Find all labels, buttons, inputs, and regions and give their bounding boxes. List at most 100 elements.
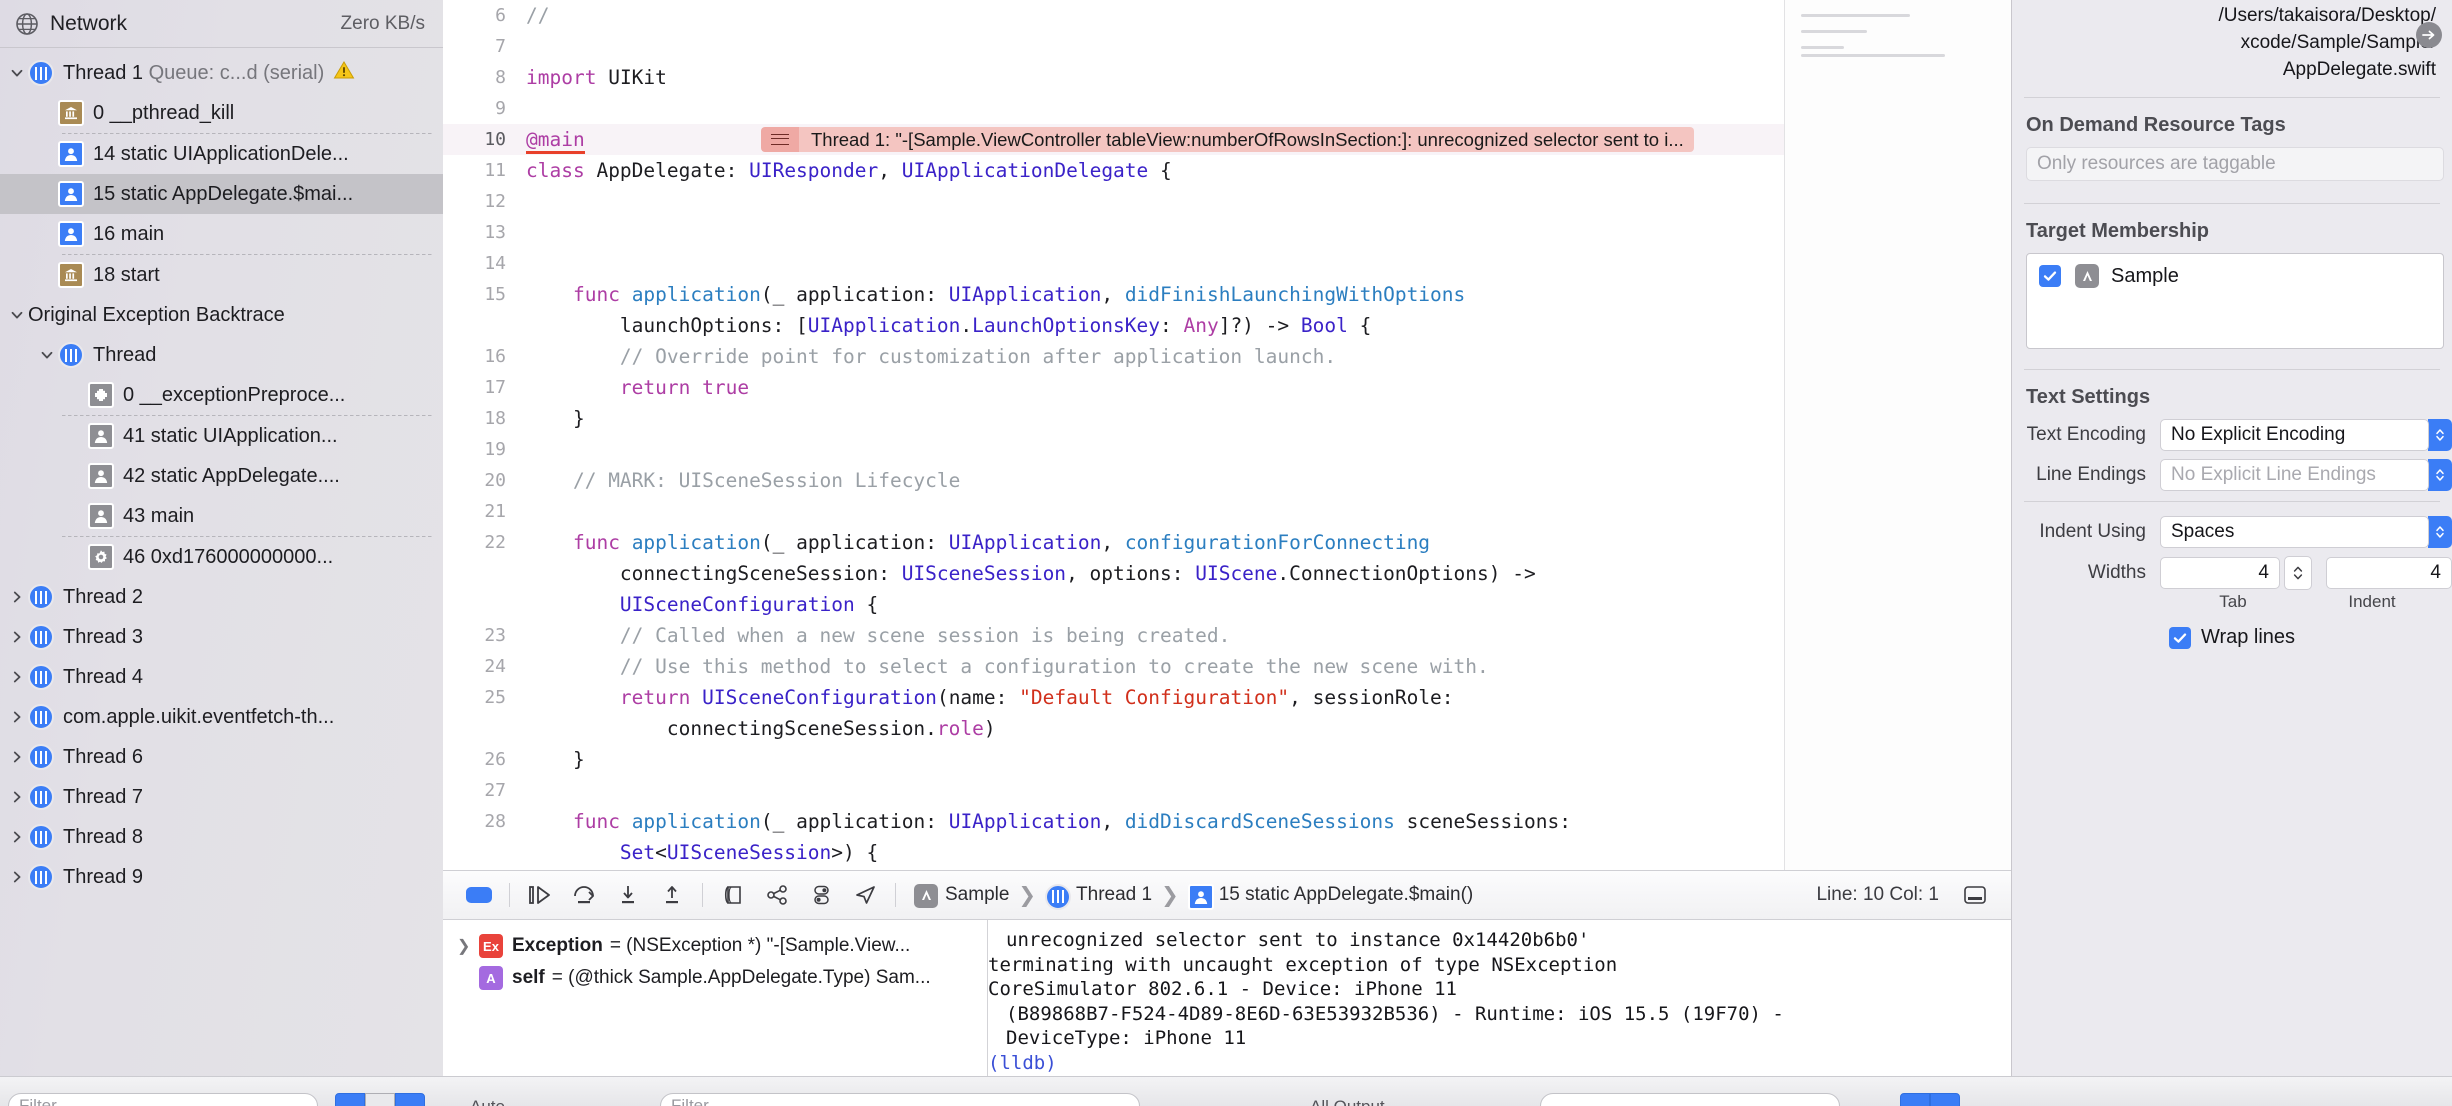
- disclosure-triangle-closed[interactable]: [6, 790, 28, 804]
- debug-memory-graph-button[interactable]: [755, 870, 799, 920]
- thread-row[interactable]: Thread 9: [0, 857, 443, 897]
- code-line[interactable]: UISceneConfiguration {: [443, 589, 2011, 620]
- thread-row[interactable]: 46 0xd176000000000...: [0, 537, 443, 577]
- disclosure-triangle-closed[interactable]: [6, 630, 28, 644]
- editor-minimap[interactable]: [1784, 0, 2011, 870]
- code-line[interactable]: 7: [443, 31, 2011, 62]
- continue-button[interactable]: [518, 870, 562, 920]
- code-line[interactable]: launchOptions: [UIApplication.LaunchOpti…: [443, 310, 2011, 341]
- hide-debug-area-button[interactable]: [457, 870, 501, 920]
- navigator-filter-input[interactable]: Filter: [8, 1093, 318, 1106]
- target-membership-row[interactable]: Sample: [2039, 264, 2431, 288]
- disclosure-triangle-closed[interactable]: [6, 750, 28, 764]
- thread-row[interactable]: Thread 1 Queue: c...d (serial): [0, 53, 443, 93]
- scope-left-button[interactable]: [335, 1093, 365, 1106]
- code-line[interactable]: 20 // MARK: UISceneSession Lifecycle: [443, 465, 2011, 496]
- console-left-button[interactable]: [1900, 1093, 1930, 1106]
- variable-row[interactable]: Aself = (@thick Sample.AppDelegate.Type) …: [443, 962, 987, 994]
- code-line[interactable]: 6 //: [443, 0, 2011, 31]
- step-over-button[interactable]: [562, 870, 606, 920]
- thread-row[interactable]: Thread 6: [0, 737, 443, 777]
- console-right-button[interactable]: [1930, 1093, 1960, 1106]
- scope-middle-button[interactable]: [365, 1093, 395, 1106]
- code-line[interactable]: 23 // Called when a new scene session is…: [443, 620, 2011, 651]
- simulate-location-button[interactable]: [843, 870, 887, 920]
- target-checkbox[interactable]: [2039, 265, 2061, 287]
- step-out-button[interactable]: [650, 870, 694, 920]
- code-line[interactable]: 11 class AppDelegate: UIResponder, UIAppl…: [443, 155, 2011, 186]
- code-text[interactable]: 6 // 7 8 import UIKit 9 10 @main Thread 1: "-[Sa…: [443, 0, 2011, 870]
- indent-width-input[interactable]: 4: [2326, 557, 2452, 589]
- thread-row[interactable]: Thread 7: [0, 777, 443, 817]
- tab-width-stepper[interactable]: [2284, 556, 2312, 590]
- code-line[interactable]: 18 }: [443, 403, 2011, 434]
- issue-banner[interactable]: Thread 1: "-[Sample.ViewController table…: [761, 127, 1694, 152]
- variable-row[interactable]: ❯ Ex Exception = (NSException *) "-[Sample.…: [443, 930, 987, 962]
- breadcrumb-item[interactable]: 15 static AppDelegate.$main(): [1187, 883, 1473, 910]
- step-into-button[interactable]: [606, 870, 650, 920]
- auto-label[interactable]: Auto: [470, 1097, 505, 1106]
- code-line[interactable]: 8 import UIKit: [443, 62, 2011, 93]
- code-line[interactable]: connectingSceneSession: UISceneSession, …: [443, 558, 2011, 589]
- code-line[interactable]: 17 return true: [443, 372, 2011, 403]
- thread-row[interactable]: 14 static UIApplicationDele...: [0, 134, 443, 174]
- code-line[interactable]: 14: [443, 248, 2011, 279]
- source-editor[interactable]: 6 // 7 8 import UIKit 9 10 @main Thread 1: "-[Sa…: [443, 0, 2011, 870]
- thread-row[interactable]: Thread 8: [0, 817, 443, 857]
- disclosure-triangle-closed[interactable]: [6, 870, 28, 884]
- disclosure-triangle-open[interactable]: [6, 308, 28, 322]
- code-line[interactable]: 27: [443, 775, 2011, 806]
- breadcrumb-item[interactable]: Thread 1: [1045, 883, 1152, 910]
- navigator-scope-segmented[interactable]: [335, 1093, 425, 1106]
- code-line[interactable]: connectingSceneSession.role): [443, 713, 2011, 744]
- variables-view[interactable]: ❯ Ex Exception = (NSException *) "-[Sample.…: [443, 920, 988, 1076]
- tab-width-input[interactable]: 4: [2160, 557, 2280, 589]
- thread-row[interactable]: 43 main: [0, 496, 443, 536]
- scope-right-button[interactable]: [395, 1093, 425, 1106]
- wrap-lines-checkbox[interactable]: [2168, 626, 2191, 649]
- disclosure-triangle-open[interactable]: [36, 348, 58, 362]
- code-line[interactable]: Set<UISceneSession>) {: [443, 837, 2011, 868]
- console-output[interactable]: unrecognized selector sent to instance 0…: [988, 920, 2011, 1076]
- indent-using-popup-arrows[interactable]: [2428, 516, 2452, 548]
- issue-handle-icon[interactable]: [761, 127, 799, 152]
- target-membership-list[interactable]: Sample: [2026, 253, 2444, 349]
- code-line[interactable]: 26 }: [443, 744, 2011, 775]
- thread-row[interactable]: Thread 3: [0, 617, 443, 657]
- thread-row[interactable]: Thread 4: [0, 657, 443, 697]
- console-filter-input[interactable]: [1540, 1093, 1840, 1106]
- code-line[interactable]: 24 // Use this method to select a config…: [443, 651, 2011, 682]
- line-endings-popup-arrows[interactable]: [2428, 459, 2452, 491]
- line-endings-select[interactable]: No Explicit Line Endings: [2160, 459, 2429, 491]
- thread-row[interactable]: 15 static AppDelegate.$mai...: [0, 174, 443, 214]
- disclosure-triangle-closed[interactable]: [6, 670, 28, 684]
- thread-row[interactable]: 16 main: [0, 214, 443, 254]
- thread-row[interactable]: 0 __exceptionPreproce...: [0, 375, 443, 415]
- thread-tree[interactable]: Thread 1 Queue: c...d (serial) 0 __pthrea…: [0, 48, 443, 897]
- code-line[interactable]: 9: [443, 93, 2011, 124]
- text-encoding-select[interactable]: No Explicit Encoding: [2160, 419, 2429, 451]
- thread-row[interactable]: Original Exception Backtrace: [0, 295, 443, 335]
- wrap-lines-row[interactable]: Wrap lines: [2012, 626, 2452, 649]
- thread-row[interactable]: 18 start: [0, 255, 443, 295]
- code-line[interactable]: 12: [443, 186, 2011, 217]
- disclosure-triangle-closed[interactable]: [6, 590, 28, 604]
- debug-bar[interactable]: Sample ❯ Thread 1 ❯ 15 static AppDelegate.$m…: [443, 870, 2011, 920]
- console-scope-segmented[interactable]: [1900, 1093, 1960, 1106]
- thread-row[interactable]: 41 static UIApplication...: [0, 416, 443, 456]
- code-line[interactable]: 21: [443, 496, 2011, 527]
- code-line[interactable]: 25 return UISceneConfiguration(name: "De…: [443, 682, 2011, 713]
- code-line[interactable]: 13: [443, 217, 2011, 248]
- code-line-current[interactable]: 10 @main Thread 1: "-[Sample.ViewControlle…: [443, 124, 2011, 155]
- code-line[interactable]: 15 func application(_ application: UIApp…: [443, 279, 2011, 310]
- variable-disclosure[interactable]: ❯: [457, 936, 479, 956]
- disclosure-triangle-open[interactable]: [6, 66, 28, 80]
- breadcrumb-item[interactable]: Sample: [914, 883, 1009, 908]
- thread-row[interactable]: 42 static AppDelegate....: [0, 456, 443, 496]
- indent-using-select[interactable]: Spaces: [2160, 516, 2429, 548]
- thread-row[interactable]: 0 __pthread_kill: [0, 93, 443, 133]
- code-line[interactable]: 22 func application(_ application: UIApp…: [443, 527, 2011, 558]
- thread-row[interactable]: Thread: [0, 335, 443, 375]
- thread-row[interactable]: Thread 2: [0, 577, 443, 617]
- disclosure-triangle-closed[interactable]: [6, 830, 28, 844]
